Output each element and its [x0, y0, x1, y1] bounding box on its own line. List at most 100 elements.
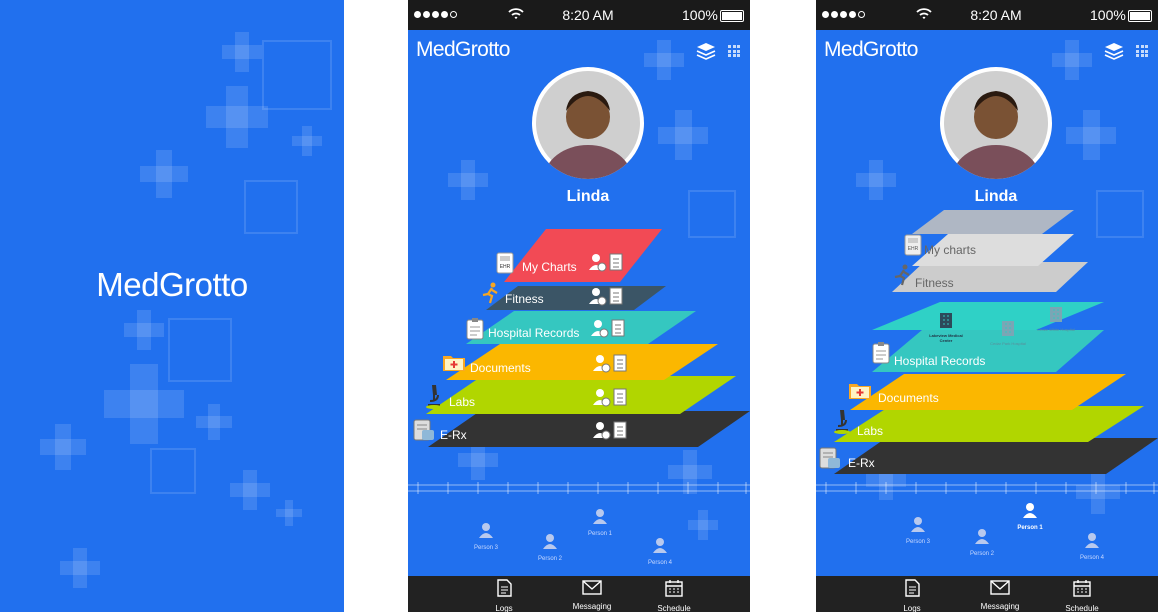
runner-icon [894, 264, 910, 286]
logs-icon [905, 579, 920, 597]
person-icon [1023, 503, 1037, 518]
microscope-icon [426, 385, 442, 409]
layer-my-charts-back [912, 210, 1074, 234]
tab-bar: Logs Messaging Schedule [408, 576, 750, 612]
tab-schedule[interactable]: Schedule [644, 579, 704, 612]
tab-label: Schedule [1065, 604, 1099, 612]
person-icon [479, 523, 493, 538]
person-icon [911, 517, 925, 532]
person-label: Person 4 [647, 560, 672, 566]
person-label: Person 2 [537, 556, 562, 562]
svg-text:EHR: EHR [908, 246, 919, 252]
person-2[interactable]: Person 2 [952, 528, 1012, 557]
person-icon [975, 529, 989, 544]
hospital-item[interactable]: Lakeview Medical Center [926, 312, 966, 343]
layer-label-labs: Labs [857, 424, 884, 438]
svg-text:EHR: EHR [500, 264, 511, 270]
tab-messaging[interactable]: Messaging [970, 579, 1030, 611]
layer-erx[interactable] [428, 411, 750, 447]
building-icon [1002, 321, 1014, 336]
hospital-name: Lakeview Medical Center [929, 333, 963, 343]
layer-label-fitness: Fitness [505, 292, 544, 306]
layer-label-documents: Documents [878, 391, 939, 405]
folder-icon [443, 356, 465, 371]
bg-cross [276, 500, 302, 526]
divider-fence [816, 482, 1158, 494]
layer-label-hospital-records: Hospital Records [894, 354, 986, 368]
layer-label-erx: E-Rx [848, 456, 875, 470]
user-count-icon [593, 354, 627, 373]
bg-cross [124, 310, 164, 350]
bg-cross [206, 86, 268, 148]
tab-logs[interactable]: Logs [474, 579, 534, 612]
bg-cross [40, 424, 86, 470]
user-count-icon [593, 388, 627, 407]
bg-cross-outline [244, 180, 298, 234]
person-icon [543, 534, 557, 549]
person-label: Person 2 [969, 551, 994, 557]
clipboard-icon [466, 318, 484, 340]
layer-label-fitness: Fitness [915, 276, 954, 290]
person-label: Person 3 [905, 539, 930, 545]
hospital-item[interactable]: Cedar White Hospital [1036, 306, 1076, 332]
layer-label-hospital-records: Hospital Records [488, 326, 580, 340]
person-4[interactable]: Person 4 [630, 537, 690, 566]
tab-label: Messaging [980, 602, 1020, 611]
user-count-icon [589, 287, 623, 306]
person-3[interactable]: Person 3 [456, 522, 516, 551]
layer-stack [834, 210, 1158, 474]
user-count-icon [591, 319, 625, 338]
layer-erx[interactable] [834, 438, 1158, 474]
hospital-name: Cedar Park Hospital [990, 341, 1026, 346]
hospital-records-screen: 8:20 AM 100% MedGrotto Linda My charts F… [816, 0, 1158, 612]
bg-cross [222, 32, 262, 72]
tab-bar: Logs Messaging Schedule [816, 576, 1158, 612]
bg-cross-outline [262, 40, 332, 110]
person-label: Person 3 [473, 545, 498, 551]
bg-cross [230, 470, 270, 510]
calendar-icon [1073, 580, 1091, 597]
layer-label-my-charts: My charts [924, 243, 977, 257]
prescription-icon [819, 447, 840, 469]
divider-fence [408, 482, 750, 494]
ehr-icon: EHR [904, 234, 922, 256]
person-1[interactable]: Person 1 [1000, 502, 1060, 531]
user-count-icon [589, 253, 623, 272]
bg-cross [104, 364, 184, 444]
person-icon [593, 509, 607, 524]
layer-label-labs: Labs [449, 395, 476, 409]
envelope-icon [582, 580, 602, 595]
person-icon [653, 538, 667, 553]
hospital-name: Cedar White Hospital [1037, 327, 1075, 332]
tab-label: Logs [903, 604, 921, 612]
runner-icon [482, 282, 498, 304]
user-count-icon [593, 421, 627, 440]
clipboard-icon [872, 342, 890, 364]
tab-label: Messaging [572, 602, 612, 611]
person-3[interactable]: Person 3 [888, 516, 948, 545]
layer-label-erx: E-Rx [440, 428, 467, 442]
home-screen: 8:20 AM 100% MedGrotto Linda My Charts F… [408, 0, 750, 612]
splash-logo: MedGrotto [96, 266, 248, 303]
person-4[interactable]: Person 4 [1062, 532, 1122, 561]
bg-cross [292, 126, 322, 156]
tab-label: Schedule [657, 604, 691, 612]
tab-logs[interactable]: Logs [882, 579, 942, 612]
layer-my-charts[interactable] [504, 229, 662, 282]
layer-label-my-charts: My Charts [522, 260, 577, 274]
building-icon [1050, 307, 1062, 322]
hospital-item[interactable]: Cedar Park Hospital [988, 320, 1028, 346]
person-2[interactable]: Person 2 [520, 533, 580, 562]
layer-label-documents: Documents [470, 361, 531, 375]
tab-label: Logs [495, 604, 513, 612]
bg-cross [140, 150, 188, 198]
tab-schedule[interactable]: Schedule [1052, 579, 1112, 612]
prescription-icon [413, 419, 434, 441]
calendar-icon [665, 580, 683, 597]
tab-messaging[interactable]: Messaging [562, 579, 622, 611]
logs-icon [497, 579, 512, 597]
building-icon [940, 313, 952, 328]
person-icon [1085, 533, 1099, 548]
bg-cross [60, 548, 100, 588]
microscope-icon [834, 410, 850, 434]
